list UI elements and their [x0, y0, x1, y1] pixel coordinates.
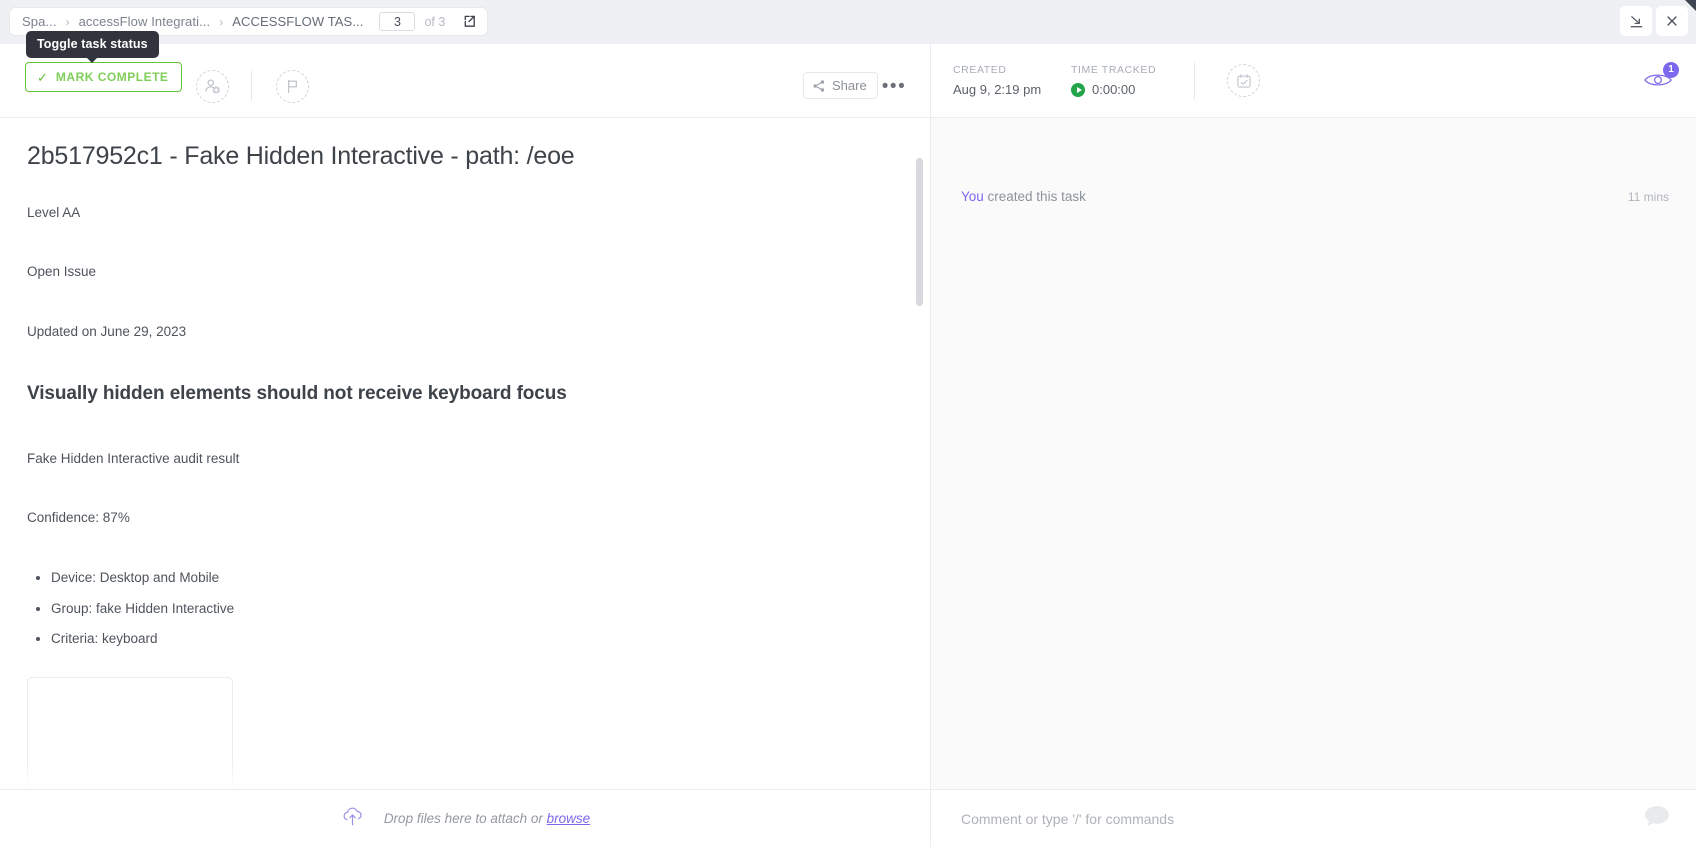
comment-input[interactable]: [961, 811, 1644, 827]
breadcrumb-item-list[interactable]: accessFlow Integrati...: [79, 14, 211, 29]
attachment-hint-prefix: Drop files here to attach or: [384, 811, 547, 826]
meta-divider: [1194, 62, 1195, 100]
breadcrumb-separator: ›: [219, 16, 223, 28]
breadcrumb-item-task-list[interactable]: ACCESSFLOW TAS...: [232, 14, 363, 29]
page-total-label: of 3: [424, 15, 445, 29]
task-detail-window: Spa... › accessFlow Integrati... › ACCES…: [0, 0, 1696, 847]
mark-complete-button[interactable]: ✓ MARK COMPLETE: [25, 62, 182, 92]
comment-bar: [930, 789, 1696, 847]
share-button[interactable]: Share: [803, 72, 878, 99]
list-item: Device: Desktop and Mobile: [51, 568, 890, 588]
due-date-calendar-icon[interactable]: [1227, 64, 1260, 97]
page-number-input[interactable]: [379, 12, 415, 31]
window-controls: [1620, 6, 1688, 36]
task-meta-header: CREATED Aug 9, 2:19 pm TIME TRACKED 0:00…: [930, 44, 1696, 118]
add-assignee-icon[interactable]: [196, 70, 229, 103]
more-options-icon[interactable]: •••: [880, 72, 908, 100]
attachment-dropzone[interactable]: Drop files here to attach or browse: [0, 789, 930, 847]
time-tracked-label: TIME TRACKED: [1071, 64, 1156, 76]
activity-actor[interactable]: You: [961, 189, 984, 204]
browse-link[interactable]: browse: [547, 811, 591, 826]
window-topbar: Spa... › accessFlow Integrati... › ACCES…: [0, 0, 1696, 44]
activity-item: You created this task 11 mins: [931, 188, 1696, 206]
task-updated-date: Updated on June 29, 2023: [27, 322, 890, 342]
task-status-text: Open Issue: [27, 262, 890, 282]
share-label: Share: [832, 78, 867, 93]
scrollbar-thumb[interactable]: [916, 158, 923, 306]
list-item: Criteria: keyboard: [51, 629, 890, 649]
list-item: Group: fake Hidden Interactive: [51, 599, 890, 619]
time-tracked-value: 0:00:00: [1092, 82, 1135, 97]
watcher-count-badge: 1: [1663, 62, 1679, 78]
task-detail-list: Device: Desktop and Mobile Group: fake H…: [51, 568, 890, 649]
created-value: Aug 9, 2:19 pm: [953, 82, 1041, 97]
priority-flag-icon[interactable]: [276, 70, 309, 103]
activity-timestamp: 11 mins: [1628, 190, 1669, 204]
upload-cloud-icon: [340, 804, 365, 834]
share-icon: [812, 79, 826, 93]
toolbar-divider: [251, 71, 252, 101]
close-icon[interactable]: [1656, 6, 1688, 36]
task-description-pane: 2b517952c1 - Fake Hidden Interactive - p…: [0, 118, 930, 789]
breadcrumb-separator: ›: [66, 16, 70, 28]
activity-action-text: created this task: [984, 189, 1086, 204]
task-audit-result: Fake Hidden Interactive audit result: [27, 449, 890, 469]
tooltip-toggle-task-status: Toggle task status: [26, 31, 159, 58]
corner-fold-decoration: [1685, 0, 1696, 11]
check-icon: ✓: [37, 71, 48, 84]
task-level: Level AA: [27, 203, 890, 223]
created-label: CREATED: [953, 64, 1041, 76]
minimize-to-corner-icon[interactable]: [1620, 6, 1652, 36]
task-description-body[interactable]: 2b517952c1 - Fake Hidden Interactive - p…: [0, 118, 930, 789]
page-title: 2b517952c1 - Fake Hidden Interactive - p…: [27, 140, 890, 173]
comment-bubble-icon[interactable]: [1644, 804, 1670, 833]
embedded-image-placeholder: [27, 677, 233, 789]
task-subheading: Visually hidden elements should not rece…: [27, 381, 890, 407]
attachment-hint-text: Drop files here to attach or browse: [384, 811, 590, 826]
breadcrumb-item-space[interactable]: Spa...: [22, 14, 57, 29]
description-scrollbar[interactable]: [915, 118, 924, 789]
activity-description: You created this task: [961, 188, 1086, 206]
mark-complete-label: MARK COMPLETE: [56, 70, 169, 84]
watcher-eye-icon[interactable]: 1: [1643, 69, 1673, 96]
created-meta: CREATED Aug 9, 2:19 pm: [953, 64, 1041, 97]
time-tracked-row[interactable]: 0:00:00: [1071, 82, 1156, 97]
task-confidence: Confidence: 87%: [27, 508, 890, 528]
open-in-new-icon[interactable]: [459, 12, 479, 32]
play-timer-icon[interactable]: [1071, 83, 1085, 97]
activity-pane: You created this task 11 mins: [930, 118, 1696, 789]
time-tracked-meta: TIME TRACKED 0:00:00: [1071, 64, 1156, 97]
